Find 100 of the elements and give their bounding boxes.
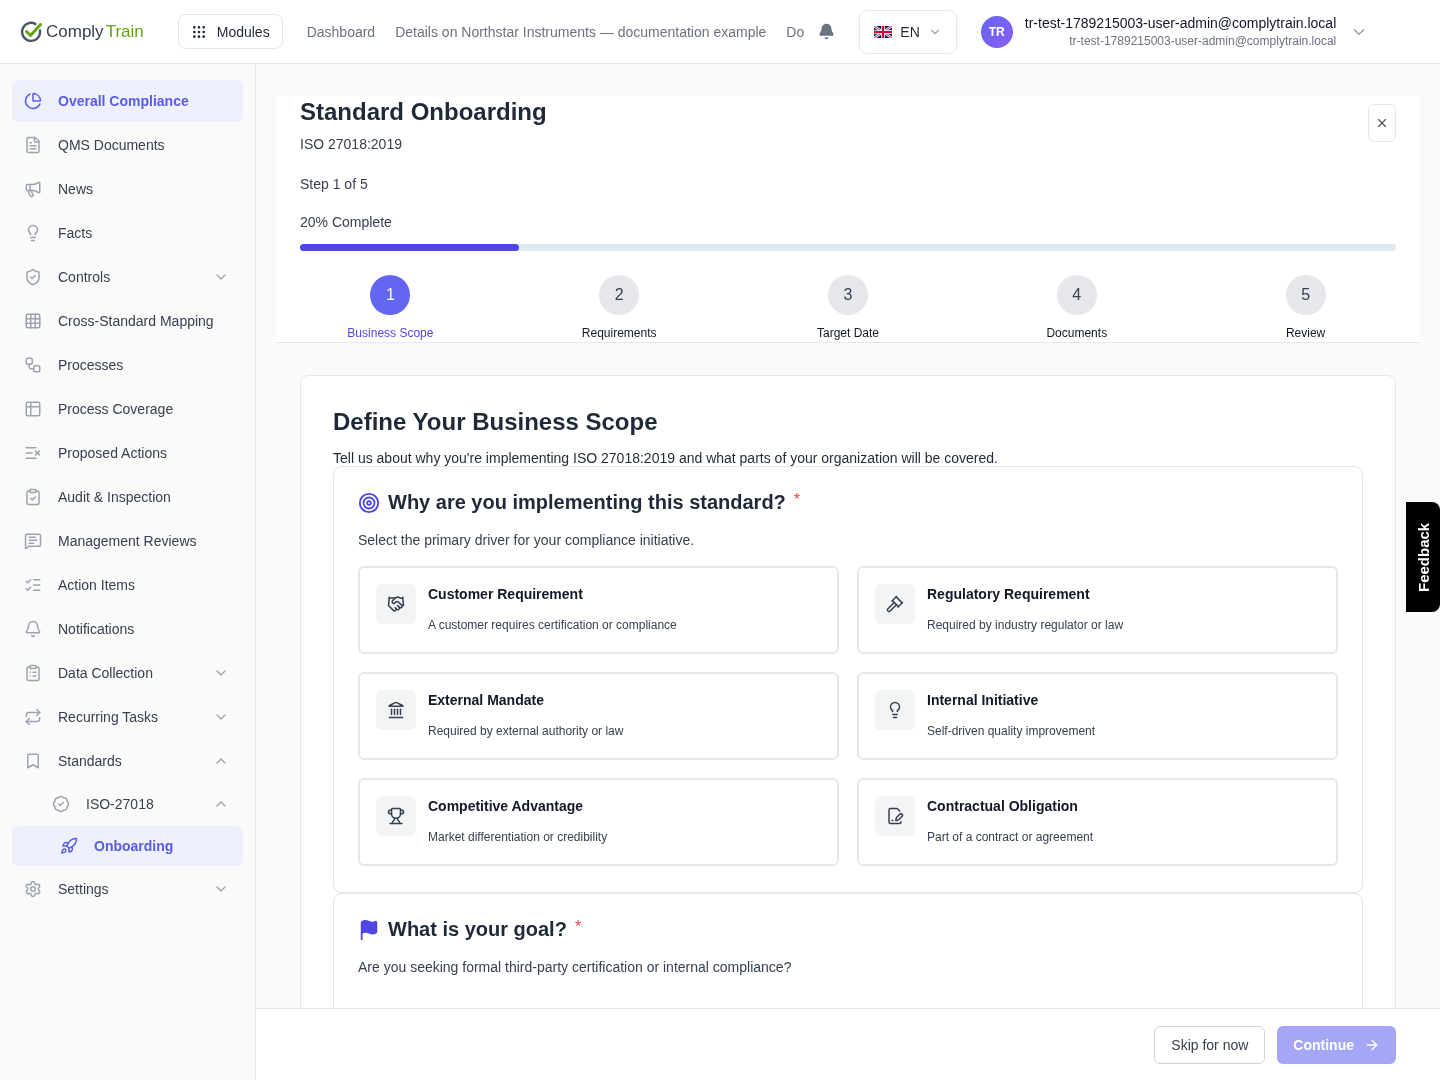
clipboard-icon xyxy=(24,664,42,682)
step-label: Business Scope xyxy=(347,326,434,340)
option-title: Internal Initiative xyxy=(927,692,1040,708)
badge-icon xyxy=(52,795,70,813)
checklist-icon xyxy=(24,488,42,506)
sidebar-item[interactable]: Processes xyxy=(12,344,243,386)
sidebar-item[interactable]: Management Reviews xyxy=(12,520,243,562)
option-title: External Mandate xyxy=(428,692,545,708)
option-title: Customer Requirement xyxy=(428,586,584,602)
flag-icon xyxy=(358,918,380,941)
required-mark: * xyxy=(574,917,582,936)
sidebar-item[interactable]: Process Coverage xyxy=(12,388,243,430)
step-number[interactable]: 4 xyxy=(1056,275,1097,315)
question-title: What is your goal? xyxy=(388,918,567,941)
close-icon xyxy=(1375,116,1389,130)
bell-icon[interactable] xyxy=(818,23,836,40)
option-description: Required by external authority or law xyxy=(428,724,624,738)
nav-link[interactable]: Dashboard xyxy=(306,23,376,40)
sidebar-item[interactable]: Standards xyxy=(12,740,243,782)
sidebar-item[interactable]: News xyxy=(12,168,243,210)
sidebar-item[interactable]: Facts xyxy=(12,212,243,254)
language-selector[interactable]: EN xyxy=(859,9,957,54)
sidebar-item[interactable]: QMS Documents xyxy=(12,124,243,166)
settings-icon xyxy=(24,880,42,898)
sidebar-item[interactable]: Action Items xyxy=(12,564,243,606)
megaphone-icon xyxy=(24,180,42,198)
checklist-icon xyxy=(24,576,42,594)
option-title: Regulatory Requirement xyxy=(927,586,1091,602)
bookmark-icon xyxy=(24,752,42,770)
user-avatar[interactable]: TR xyxy=(980,15,1013,48)
sidebar-item[interactable]: Cross-Standard Mapping xyxy=(12,300,243,342)
option-card[interactable]: Contractual Obligation Part of a contract or agreement xyxy=(857,778,1338,866)
feedback-tab[interactable]: Feedback xyxy=(1406,502,1440,612)
sidebar-item[interactable]: Recurring Tasks xyxy=(12,696,243,738)
step-number[interactable]: 5 xyxy=(1285,275,1326,315)
table-icon xyxy=(24,400,42,418)
pie-chart-icon xyxy=(24,92,42,110)
step-label: Review xyxy=(1285,326,1326,340)
option-title: Contractual Obligation xyxy=(927,798,1079,814)
document-icon xyxy=(24,136,42,154)
section-title: Define Your Business Scope xyxy=(333,408,659,436)
close-button[interactable] xyxy=(1368,104,1396,142)
option-card[interactable]: Internal Initiative Self-driven quality improvement xyxy=(857,672,1338,760)
building-icon xyxy=(376,690,416,730)
sidebar-item[interactable]: ISO-27018 xyxy=(12,784,243,824)
sidebar-item[interactable]: Settings xyxy=(12,868,243,910)
modules-button[interactable]: Modules xyxy=(177,14,283,49)
gavel-icon xyxy=(875,584,915,624)
section-description: Tell us about why you're implementing ISO 27018:2019 and what parts of your organization will be covered. xyxy=(333,450,999,466)
logo-text: Comply xyxy=(46,21,104,42)
question-title: Why are you implementing this standard? xyxy=(388,491,786,514)
grid-icon xyxy=(190,23,207,40)
flow-icon xyxy=(24,356,42,374)
sidebar-item[interactable]: Proposed Actions xyxy=(12,432,243,474)
option-card[interactable]: External Mandate Required by external authority or law xyxy=(358,672,839,760)
flag-icon xyxy=(874,25,893,38)
user-name: tr-test-1789215003-user-admin@complytrain.local xyxy=(1024,15,1337,31)
step-number[interactable]: 2 xyxy=(599,275,640,315)
option-card[interactable]: Customer Requirement A customer requires certification or compliance xyxy=(358,566,839,654)
user-email: tr-test-1789215003-user-admin@complytrain.local xyxy=(1069,34,1337,48)
option-card[interactable]: Regulatory Requirement Required by industry regulator or law xyxy=(857,566,1338,654)
trophy-icon xyxy=(376,796,416,836)
question-hint: Are you seeking formal third-party certification or internal compliance? xyxy=(358,959,793,975)
page-subtitle: ISO 27018:2019 xyxy=(300,136,403,152)
lightbulb-icon xyxy=(875,690,915,730)
option-description: Self-driven quality improvement xyxy=(927,724,1096,738)
rocket-icon xyxy=(60,837,78,855)
question-hint: Select the primary driver for your compliance initiative. xyxy=(358,532,696,548)
step-number[interactable]: 3 xyxy=(828,275,868,315)
sidebar-item[interactable]: Notifications xyxy=(12,608,243,650)
step-label: Requirements xyxy=(581,326,657,340)
option-card[interactable]: Competitive Advantage Market differentiation or credibility xyxy=(358,778,839,866)
nav-link[interactable]: Details on Northstar Instruments — documentation example xyxy=(395,23,767,40)
progress-text: 20% Complete xyxy=(300,214,393,230)
grid-icon xyxy=(24,312,42,330)
repeat-icon xyxy=(24,708,42,726)
step-number[interactable]: 1 xyxy=(370,275,411,315)
shield-icon xyxy=(24,268,42,286)
option-title: Competitive Advantage xyxy=(428,798,585,814)
step-label: Documents xyxy=(1046,326,1108,340)
target-icon xyxy=(358,491,380,514)
list-icon xyxy=(24,444,42,462)
logo-check-icon xyxy=(20,19,44,44)
nav-link[interactable]: Do xyxy=(786,23,805,40)
bell-icon xyxy=(24,620,42,638)
handshake-icon xyxy=(376,584,416,624)
option-description: Required by industry regulator or law xyxy=(927,618,1124,632)
sidebar-item[interactable]: Controls xyxy=(12,256,243,298)
document-icon xyxy=(875,796,915,836)
option-description: Market differentiation or credibility xyxy=(428,830,608,844)
sidebar-item[interactable]: Data Collection xyxy=(12,652,243,694)
required-mark: * xyxy=(793,490,801,509)
skip-button[interactable]: Skip for now xyxy=(1154,1025,1266,1064)
sidebar-item[interactable]: Onboarding xyxy=(12,826,243,866)
step-label: Target Date xyxy=(816,326,879,340)
logo-text: Train xyxy=(105,21,144,42)
sidebar-item[interactable]: Overall Compliance xyxy=(12,80,243,122)
step-counter: Step 1 of 5 xyxy=(300,176,369,192)
option-description: A customer requires certification or compliance xyxy=(428,618,677,632)
sidebar-item[interactable]: Audit & Inspection xyxy=(12,476,243,518)
